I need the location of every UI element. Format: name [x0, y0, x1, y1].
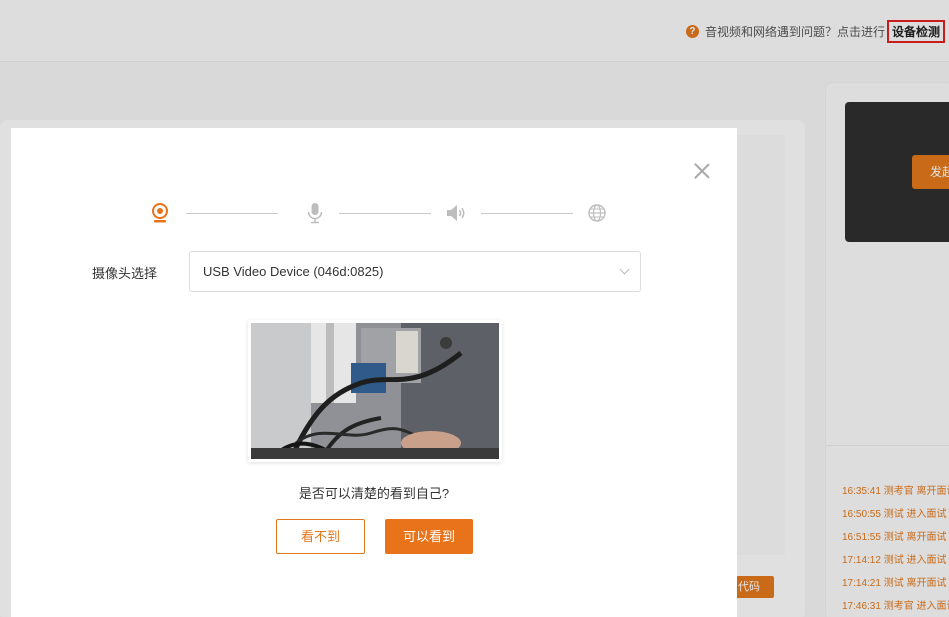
camera-select-label: 摄像头选择 [92, 266, 158, 281]
device-check-dialog: 摄像头选择 USB Video Device (046d:0825) 是否可以清… [11, 128, 737, 617]
speaker-icon [447, 205, 465, 221]
visibility-question: 是否可以清楚的看到自己? [298, 486, 450, 501]
can-see-button[interactable]: 可以看到 [385, 519, 473, 554]
webcam-icon [152, 203, 168, 223]
chevron-down-icon [619, 264, 630, 275]
step-connector [339, 213, 431, 214]
close-icon[interactable] [692, 161, 712, 181]
microphone-icon [307, 203, 323, 224]
step-connector [186, 213, 278, 214]
step-connector [481, 213, 573, 214]
camera-select-value: USB Video Device (046d:0825) [203, 264, 384, 279]
camera-feed-image [251, 323, 499, 459]
camera-preview [248, 320, 502, 462]
camera-select[interactable]: USB Video Device (046d:0825) [189, 251, 641, 292]
cannot-see-button[interactable]: 看不到 [276, 519, 365, 554]
check-steps [149, 198, 609, 228]
globe-icon [588, 204, 606, 222]
